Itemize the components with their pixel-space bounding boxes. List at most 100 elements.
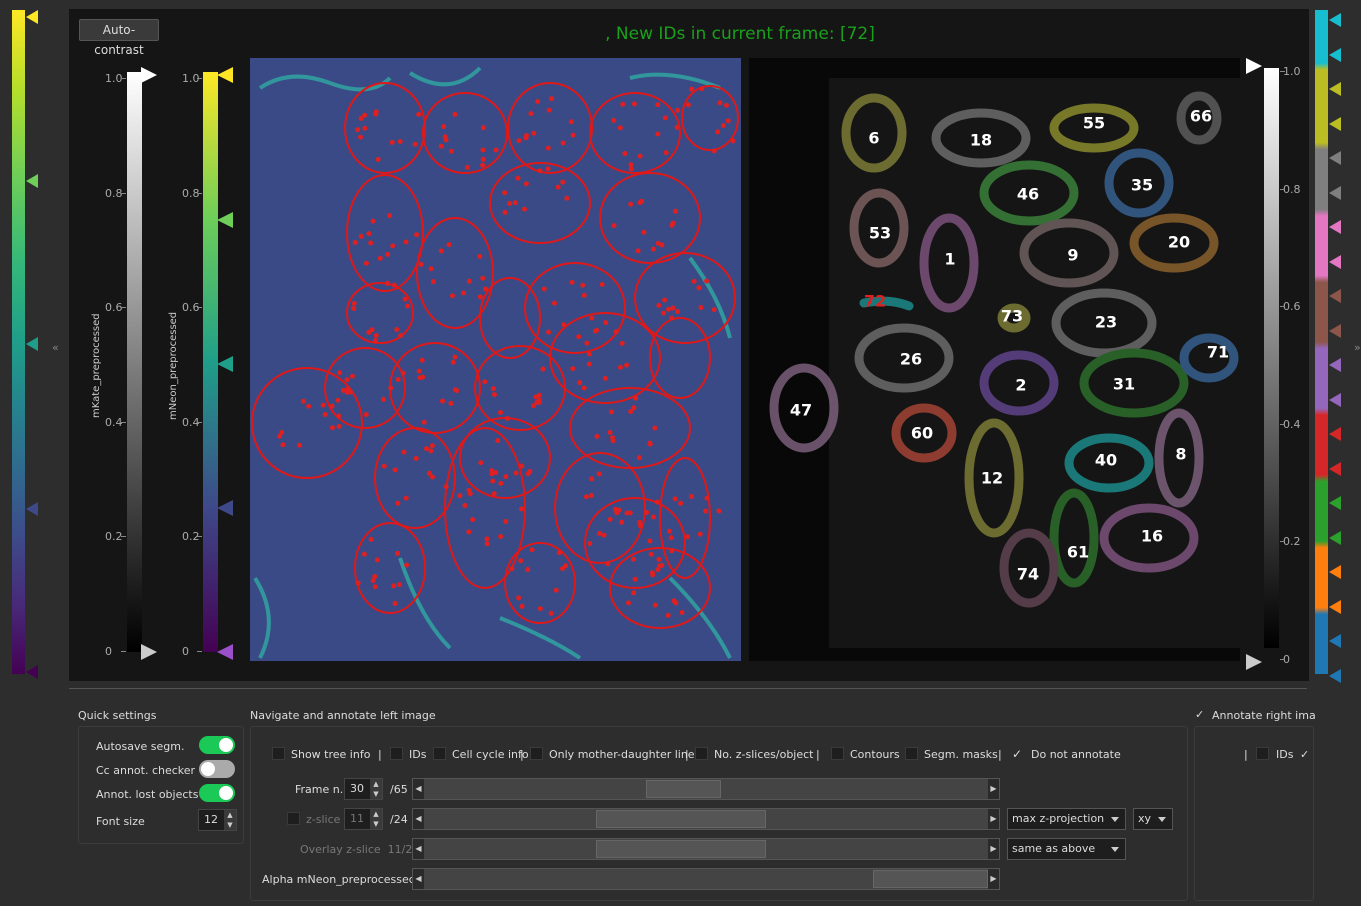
alpha-slider[interactable]: ◀ ▶ [412,868,1000,890]
spin-arrows-icon[interactable]: ▲ ▼ [224,810,236,830]
left-image-view[interactable] [250,58,741,661]
right-colorbar[interactable] [1264,68,1279,648]
lost-objects-toggle[interactable] [199,784,235,802]
frame-spinbox[interactable]: 30 ▲ ▼ [344,778,383,800]
slider-handle[interactable] [596,810,766,828]
lut-handle[interactable] [1329,116,1341,131]
nav-checkbox[interactable] [390,747,403,760]
lut-handle[interactable] [1329,565,1341,579]
slider-left-icon[interactable]: ◀ [413,779,424,799]
right-min-handle[interactable] [1246,654,1262,670]
mneon-handle-yellow[interactable] [217,67,233,83]
spin-arrows-icon[interactable]: ▲ ▼ [370,809,382,829]
right-image-view[interactable]: 6 18 55 66 46 35 53 1 9 20 72 73 23 71 26 2 31 47 60 40 8 12 1… [749,58,1240,661]
mkate-max-handle[interactable] [141,67,157,83]
slider-handle[interactable] [873,870,988,888]
nav-checkbox[interactable] [272,747,285,760]
lut-handle[interactable] [1329,634,1341,648]
zslice-checkbox[interactable] [287,812,300,825]
slider-handle[interactable] [646,780,721,798]
cell-id-label: 2 [1015,375,1027,395]
mneon-colorbar[interactable] [203,72,218,652]
lut-handle[interactable] [1329,323,1341,338]
lut-handle-blue[interactable] [26,502,38,516]
cc-checker-toggle[interactable] [199,760,235,778]
tick-mark [1280,71,1285,72]
lut-handle[interactable] [1329,461,1341,476]
spot [639,198,645,204]
slider-left-icon[interactable]: ◀ [413,809,424,829]
nav-checkbox[interactable] [433,747,446,760]
spot [654,499,660,505]
left-lut-gradient[interactable] [12,10,25,674]
auto-contrast-button[interactable]: Auto-contrast [79,19,159,57]
spin-arrows-icon[interactable]: ▲ ▼ [370,779,382,799]
lut-handle-purple[interactable] [26,665,38,679]
slider-handle[interactable] [596,840,766,858]
mkate-colorbar[interactable] [127,72,142,652]
zslice-spinbox[interactable]: 11 ▲ ▼ [344,808,383,830]
lut-handle[interactable] [1329,254,1341,269]
slider-right-icon[interactable]: ▶ [988,839,999,859]
spot [607,516,613,522]
spot [625,600,631,606]
mneon-handle-blue[interactable] [217,500,233,516]
slider-left-icon[interactable]: ◀ [413,869,424,889]
mneon-handle-teal[interactable] [217,356,233,372]
mkate-min-handle[interactable] [141,644,157,660]
overlay-mode-combo[interactable]: same as above [1007,838,1126,860]
right-lut-gradient[interactable] [1315,10,1328,674]
mneon-handle-green[interactable] [217,212,233,228]
slider-right-icon[interactable]: ▶ [988,779,999,799]
lut-handle[interactable] [1329,47,1341,62]
lut-handle[interactable] [1329,13,1341,27]
lut-handle[interactable] [1329,220,1341,234]
lut-handle[interactable] [1329,392,1341,407]
collapse-right-icon[interactable]: » [1354,341,1361,354]
nav-checkbox[interactable]: ✓ [1012,747,1025,761]
right-max-handle[interactable] [1246,58,1262,74]
zslice-slider[interactable]: ◀ ▶ [412,808,1000,830]
collapse-left-icon[interactable]: « [52,341,59,354]
nav-checkbox[interactable] [695,747,708,760]
lut-handle[interactable] [1329,668,1341,683]
lut-handle[interactable] [1329,496,1341,510]
slider-right-icon[interactable]: ▶ [988,869,999,889]
lut-handle-green[interactable] [26,174,38,188]
frame-slider[interactable]: ◀ ▶ [412,778,1000,800]
lut-handle[interactable] [1329,82,1341,96]
spot [607,430,613,436]
lut-handle[interactable] [1329,289,1341,303]
lut-handle[interactable] [1329,358,1341,372]
autosave-toggle[interactable] [199,736,235,754]
cell-id-label: 72 [863,291,887,311]
projection-combo[interactable]: max z-projection [1007,808,1126,830]
axis-combo[interactable]: xy [1133,808,1173,830]
spot [507,201,513,207]
overlay-slider[interactable]: ◀ ▶ [412,838,1000,860]
spot [717,100,723,106]
lut-handle[interactable] [1329,530,1341,545]
nav-checkbox[interactable] [905,747,918,760]
lut-handle[interactable] [1329,185,1341,200]
lut-handle[interactable] [1329,599,1341,614]
lut-handle-teal[interactable] [26,337,38,351]
spot [647,538,653,544]
right-extra-check[interactable]: ✓ [1300,748,1309,761]
font-size-spinbox[interactable]: 12 ▲ ▼ [198,809,237,831]
mneon-handle-purple[interactable] [217,644,233,660]
spot [372,338,378,344]
projection-value: max z-projection [1012,812,1105,825]
tick-label: 1.0 [105,72,123,85]
lut-handle[interactable] [1329,151,1341,165]
slider-right-icon[interactable]: ▶ [988,809,999,829]
spot [531,130,537,136]
nav-checkbox[interactable] [831,747,844,760]
slider-left-icon[interactable]: ◀ [413,839,424,859]
cell-id-label: 40 [1094,450,1118,470]
right-ids-checkbox[interactable] [1256,747,1269,760]
nav-checkbox[interactable] [530,747,543,760]
lut-handle-yellow[interactable] [26,10,38,24]
annotate-right-checkbox[interactable]: ✓ [1195,708,1204,721]
lut-handle[interactable] [1329,427,1341,441]
